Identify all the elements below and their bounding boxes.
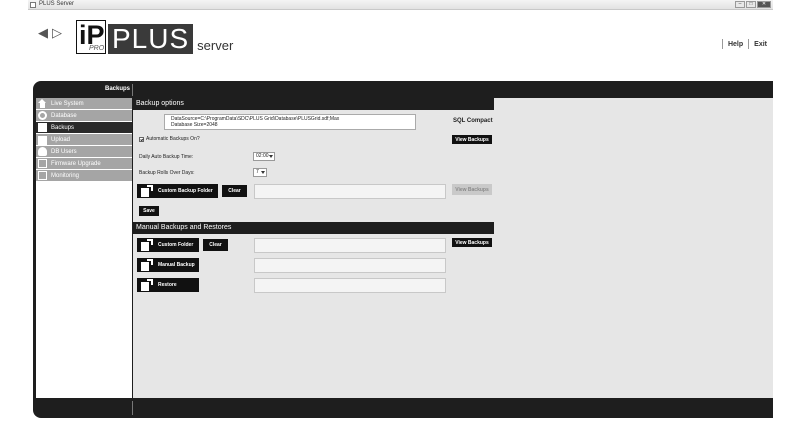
manual-backup-button[interactable]: Manual Backup <box>137 258 199 272</box>
frame-top-bar: Backups <box>33 81 773 98</box>
clear-manual-folder-button[interactable]: Clear <box>203 239 228 251</box>
link-separator <box>748 39 750 49</box>
nav-arrows: ◀ ▷ <box>38 26 62 39</box>
sidebar-item-db-users[interactable]: DB Users <box>36 146 132 158</box>
section-label: Backups <box>104 86 130 92</box>
view-backups-disabled-button: View Backups <box>452 184 492 195</box>
folder-export-icon <box>140 185 153 197</box>
datasource-line-2: Database Size=2048 <box>171 122 218 128</box>
custom-backup-folder-field[interactable] <box>254 184 446 199</box>
window-title: PLUS Server <box>39 1 75 7</box>
exit-link[interactable]: Exit <box>754 41 767 48</box>
auto-backups-label: Automatic Backups On? <box>146 136 200 142</box>
view-backups-manual-button[interactable]: View Backups <box>452 238 492 247</box>
gear-icon <box>38 111 47 120</box>
window-controls: – □ ✕ <box>735 1 771 8</box>
restore-button[interactable]: Restore <box>137 278 199 292</box>
users-icon <box>38 147 47 156</box>
sidebar-item-label: Firmware Upgrade <box>51 160 101 167</box>
top-links: Help Exit <box>717 39 767 49</box>
sidebar-item-label: Upload <box>51 136 71 143</box>
manual-backup-field[interactable] <box>254 258 446 273</box>
window-titlebar: PLUS Server – □ ✕ <box>28 0 773 10</box>
frame-bottom-bar <box>33 398 773 418</box>
back-arrow-icon[interactable]: ◀ <box>38 26 48 39</box>
content-area: Backup options DataSource=C:\ProgramData… <box>133 98 773 398</box>
help-link[interactable]: Help <box>728 41 743 48</box>
sidebar-item-label: Monitoring <box>51 172 80 179</box>
sidebar: Live System Database Backups Upload DB U… <box>36 98 132 398</box>
logo-pro-text: PRO <box>89 45 105 52</box>
roll-days-label: Backup Rolls Over Days: <box>139 170 195 176</box>
restore-field[interactable] <box>254 278 446 293</box>
chevron-down-icon <box>269 155 273 158</box>
monitor-icon <box>38 171 47 180</box>
logo-server-text: server <box>197 38 234 53</box>
ipro-plus-server-logo: iP PRO PLUS server <box>76 20 233 54</box>
sidebar-item-label: Live System <box>51 100 84 107</box>
roll-days-value: 7 <box>256 169 259 175</box>
clear-backup-folder-button[interactable]: Clear <box>222 185 247 197</box>
save-button[interactable]: Save <box>139 206 159 216</box>
maximize-button[interactable]: □ <box>746 1 756 8</box>
frame-divider <box>132 84 133 96</box>
daily-time-value: 02:00 <box>256 153 269 159</box>
app-header: ◀ ▷ iP PRO PLUS server Help Exit <box>28 10 773 80</box>
sidebar-item-database[interactable]: Database <box>36 110 132 122</box>
sidebar-item-label: Backups <box>51 124 75 131</box>
minimize-button[interactable]: – <box>735 1 745 8</box>
main-frame: Backups Live System Database Backups Upl… <box>33 81 773 418</box>
sidebar-item-label: Database <box>51 112 77 119</box>
upload-icon <box>38 136 47 145</box>
link-separator <box>721 39 723 49</box>
view-backups-button[interactable]: View Backups <box>452 135 492 144</box>
sidebar-item-firmware-upgrade[interactable]: Firmware Upgrade <box>36 158 132 170</box>
sidebar-item-backups[interactable]: Backups <box>36 122 132 134</box>
logo-ip-mark: iP PRO <box>76 20 106 54</box>
restore-label: Restore <box>158 282 177 288</box>
logo-plus-text: PLUS <box>108 24 194 54</box>
custom-backup-folder-label: Custom Backup Folder <box>158 188 213 194</box>
custom-folder-button[interactable]: Custom Folder <box>137 238 199 252</box>
app-icon <box>30 2 36 8</box>
sidebar-item-label: DB Users <box>51 148 77 155</box>
home-icon <box>38 99 47 108</box>
custom-folder-label: Custom Folder <box>158 242 194 248</box>
manual-folder-field[interactable] <box>254 238 446 253</box>
daily-time-select[interactable]: 02:00 <box>253 152 275 161</box>
sidebar-item-live-system[interactable]: Live System <box>36 98 132 110</box>
manual-backups-header: Manual Backups and Restores <box>133 222 494 234</box>
custom-backup-folder-button[interactable]: Custom Backup Folder <box>137 184 218 198</box>
datasource-box: DataSource=C:\ProgramData\SDC\PLUS Grid\… <box>164 114 416 130</box>
auto-backups-checkbox[interactable] <box>139 136 144 142</box>
forward-arrow-icon[interactable]: ▷ <box>52 26 62 39</box>
chip-icon <box>38 159 47 168</box>
document-icon <box>38 123 47 132</box>
roll-days-select[interactable]: 7 <box>253 168 267 177</box>
frame-divider <box>132 401 133 415</box>
backup-export-icon <box>140 259 153 271</box>
sidebar-item-upload[interactable]: Upload <box>36 134 132 146</box>
chevron-down-icon <box>261 171 265 174</box>
db-type-label: SQL Compact <box>453 118 493 124</box>
manual-backup-label: Manual Backup <box>158 262 195 268</box>
daily-time-label: Daily Auto Backup Time: <box>139 154 194 160</box>
auto-backups-row: Automatic Backups On? <box>139 136 200 142</box>
restore-icon <box>140 279 153 291</box>
backup-options-header: Backup options <box>133 98 494 110</box>
close-button[interactable]: ✕ <box>757 1 771 8</box>
folder-export-icon <box>140 239 153 251</box>
sidebar-item-monitoring[interactable]: Monitoring <box>36 170 132 182</box>
